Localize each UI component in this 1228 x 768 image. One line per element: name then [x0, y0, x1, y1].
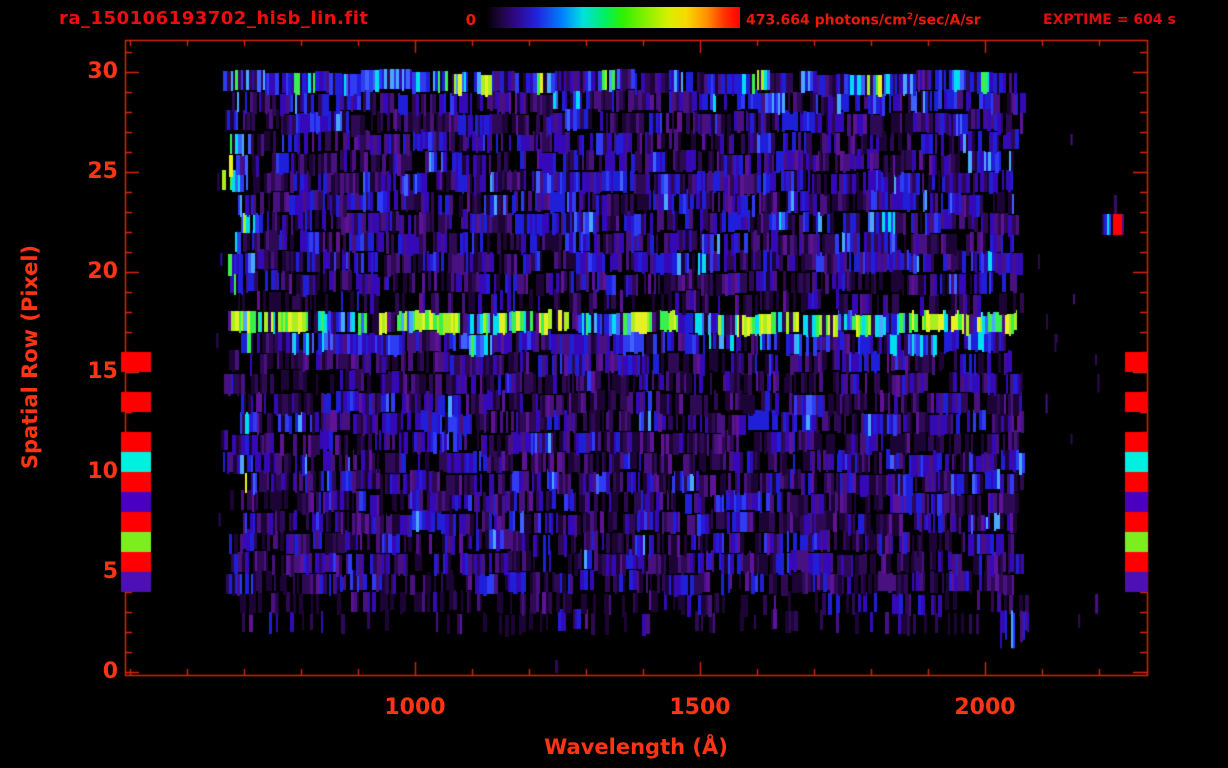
- x-tick-label-1000: 1000: [384, 695, 446, 720]
- x-tick-label-1500: 1500: [669, 695, 731, 720]
- x-axis-title: Wavelength (Å): [544, 735, 728, 759]
- spectrogram-viewer-window: ra_150106193702_hisb_lin.fit 0 473.664 p…: [0, 0, 1228, 768]
- file-title: ra_150106193702_hisb_lin.fit: [59, 8, 369, 29]
- y-axis-title: Spatial Row (Pixel): [18, 244, 42, 470]
- colorbar-gradient: [486, 7, 740, 28]
- colorbar-min-label: 0: [465, 11, 476, 29]
- spectrogram-canvas: [0, 0, 1228, 768]
- y-tick-label-30: 30: [87, 59, 118, 84]
- colorbar-max-main: 473.664 photons/cm: [746, 12, 907, 29]
- y-tick-label-10: 10: [87, 459, 118, 484]
- colorbar-max-label: 473.664 photons/cm2/sec/A/sr: [746, 12, 981, 29]
- y-tick-label-5: 5: [102, 559, 118, 584]
- x-tick-label-2000: 2000: [954, 695, 1016, 720]
- y-tick-label-25: 25: [87, 159, 118, 184]
- y-tick-label-0: 0: [102, 659, 118, 684]
- y-tick-label-20: 20: [87, 259, 118, 284]
- exptime-label: EXPTIME = 604 s: [1043, 12, 1176, 28]
- y-tick-label-15: 15: [87, 359, 118, 384]
- colorbar-max-tail: /sec/A/sr: [913, 12, 981, 29]
